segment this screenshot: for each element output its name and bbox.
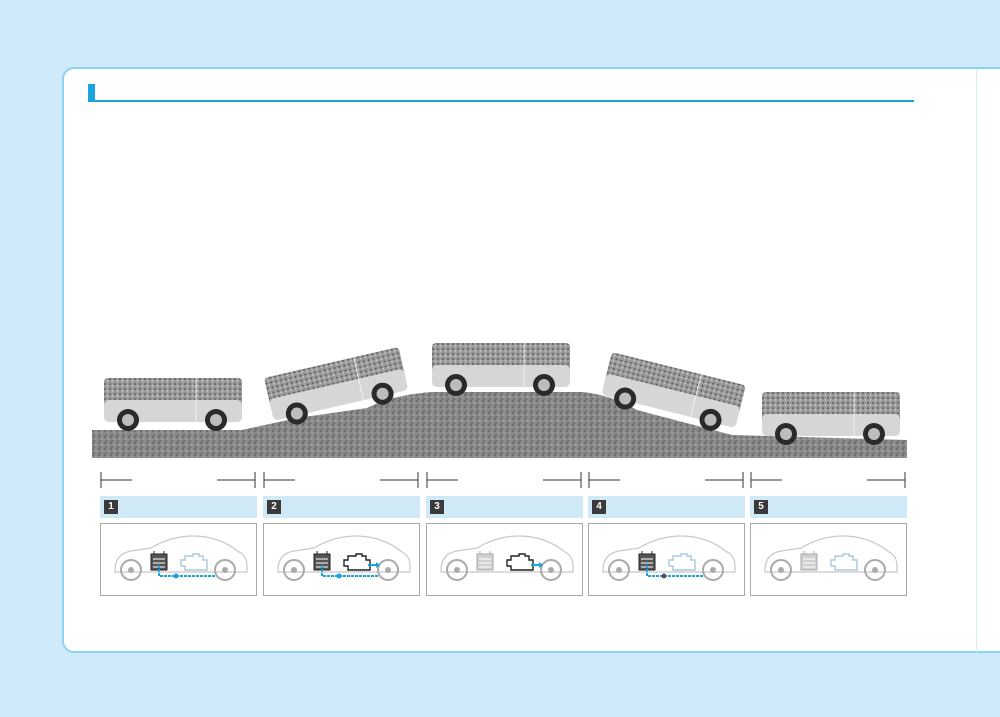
stage-number-badge: 2 — [267, 500, 281, 514]
stage-number-badge: 4 — [592, 500, 606, 514]
wheel-icon — [283, 559, 305, 581]
driving-scene — [92, 342, 907, 458]
wheel-icon — [702, 559, 724, 581]
powertrain-diagram — [426, 523, 583, 596]
wheel-icon — [120, 559, 142, 581]
stage-number-badge: 1 — [104, 500, 118, 514]
engine-icon — [506, 553, 534, 571]
powertrain-diagram — [588, 523, 745, 596]
wheel-icon — [864, 559, 886, 581]
powertrain-diagram — [263, 523, 420, 596]
stage-range-bracket — [263, 472, 419, 488]
header-marker — [88, 84, 95, 102]
stage-range-bracket — [588, 472, 744, 488]
engine-icon — [668, 553, 696, 571]
stage-header: 3 — [426, 496, 583, 518]
wheel-icon — [540, 559, 562, 581]
car-stage-5 — [761, 391, 901, 446]
car-stage-1 — [103, 377, 243, 432]
stage-header: 2 — [263, 496, 420, 518]
engine-icon — [343, 553, 371, 571]
powertrain-diagram — [750, 523, 907, 596]
stage-range-bracket — [100, 472, 256, 488]
battery-icon — [476, 551, 494, 571]
stage-number-badge: 5 — [754, 500, 768, 514]
engine-icon — [180, 553, 208, 571]
wheel-icon — [377, 559, 399, 581]
wheel-icon — [608, 559, 630, 581]
stage-range-bracket — [426, 472, 582, 488]
wheel-icon — [446, 559, 468, 581]
stage-header: 5 — [750, 496, 907, 518]
right-divider — [976, 70, 977, 652]
wheel-icon — [214, 559, 236, 581]
stage-number-badge: 3 — [430, 500, 444, 514]
stage-header: 1 — [100, 496, 257, 518]
engine-icon — [830, 553, 858, 571]
stage-range-bracket — [750, 472, 906, 488]
stage-header: 4 — [588, 496, 745, 518]
header-rule — [95, 100, 914, 102]
wheel-icon — [770, 559, 792, 581]
car-stage-3 — [431, 342, 571, 397]
powertrain-diagram — [100, 523, 257, 596]
battery-icon — [800, 551, 818, 571]
section-header — [88, 84, 914, 102]
